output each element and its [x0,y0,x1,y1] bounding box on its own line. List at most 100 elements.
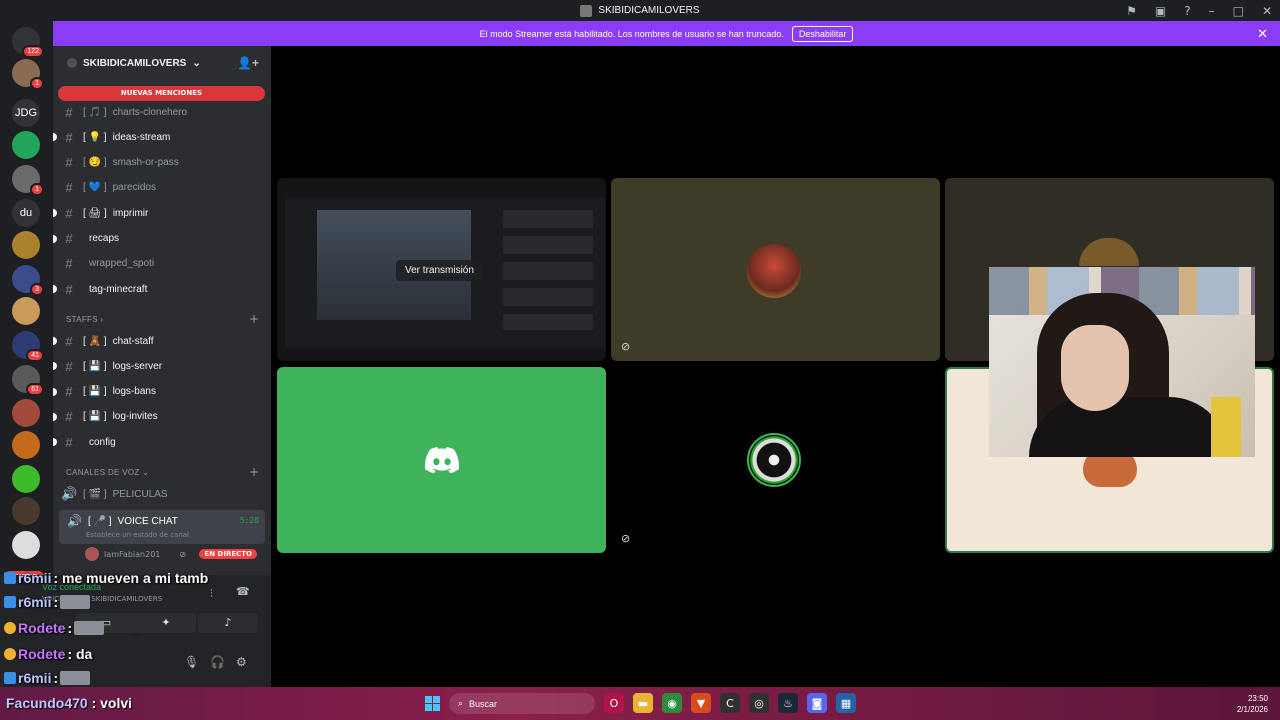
text-channel[interactable]: # [ 🖨 ] imprimir [53,202,261,224]
server-icon-7[interactable]: 3 [12,265,44,296]
taskbar-apps: O ▬ ◉ ▼ C ◎ ♨ ◙ ▦ [604,693,856,713]
watch-stream-button[interactable]: Ver transmisión [396,260,483,281]
active-voice-channel[interactable]: 🔊 [ 🎤 ] VOICE CHAT 5:28 Establece un est… [59,510,265,544]
server-icon-15[interactable] [12,531,40,559]
windows-start-icon[interactable] [425,696,440,711]
disconnect-icon[interactable]: ☎ [236,585,250,598]
channel-status[interactable]: Establece un estado de canal [86,531,189,539]
search-icon: ⌕ [458,698,464,708]
text-channel[interactable]: # recaps [53,228,261,250]
voice-user-name: IamFabian201 [104,549,161,559]
screen-share-tile[interactable]: Ver transmisión [277,178,606,361]
app-c-icon[interactable]: C [720,693,740,713]
microphone-icon[interactable]: 🎙 [184,655,199,669]
server-icon-6[interactable] [12,231,40,259]
channel-name: config [89,436,116,448]
text-channel[interactable]: # [ 💡 ] ideas-stream [53,126,261,148]
server-icon-1[interactable]: 1 [12,59,44,90]
text-channel[interactable]: # [ 🎵 ] charts-clonehero [61,101,261,123]
activities-button[interactable]: ✦ [136,613,196,633]
server-icon-4[interactable]: 1 [12,165,44,196]
signal-icon[interactable]: ⫶ [210,587,213,601]
add-voice-channel-icon[interactable]: + [249,465,259,479]
server-icon-11[interactable] [12,399,40,427]
server-icon-8[interactable] [12,297,40,325]
settings-gear-icon[interactable]: ⚙ [236,655,247,669]
inbox-flag-icon[interactable]: ⚑ [1126,4,1137,18]
clock[interactable]: 23:50 2/1/2026 [1237,693,1268,715]
obs-icon[interactable]: ◎ [749,693,769,713]
text-channel[interactable]: # [ 💙 ] parecidos [61,177,261,199]
chat-message: : volvi [91,695,133,711]
channel-name: PELICULAS [112,488,168,500]
hash-icon: # [65,256,73,272]
server-icon-5[interactable]: du [12,199,40,227]
overlay-chat-line: Rodete: [4,620,105,636]
hash-icon: # [65,434,73,450]
voice-timer: 5:28 [239,516,259,525]
close-banner-icon[interactable]: ✕ [1257,26,1268,42]
mention-badge: 1 [30,183,44,196]
channel-prefix: [ 💾 ] [83,360,107,372]
soundboard-button[interactable]: ♪ [198,613,258,633]
text-channel[interactable]: # wrapped_spoti [61,253,261,275]
headphones-icon[interactable]: 🎧 [210,655,225,669]
text-channel[interactable]: # [ 💾 ] log-invites [53,406,261,428]
taskbar-search[interactable]: ⌕ Buscar [449,693,595,714]
invite-people-icon[interactable]: 👤+ [237,56,259,70]
mention-badge: 122 [22,45,44,58]
opera-icon[interactable]: O [604,693,624,713]
steam-icon[interactable]: ♨ [778,693,798,713]
channel-name: smash-or-pass [112,157,179,169]
channel-prefix: [ 🎵 ] [83,106,107,118]
category-staffs[interactable]: STAFFS › [66,315,103,324]
disable-streamer-button[interactable]: Deshabilitar [791,25,854,42]
server-icon-2[interactable]: JDG [12,99,40,127]
text-channel[interactable]: # config [53,431,261,453]
category-voice[interactable]: CANALES DE VOZ ⌄ [66,468,149,477]
mention-badge: 3 [30,283,44,296]
deafened-icon: ⊘ [621,532,631,545]
brave-icon[interactable]: ▼ [691,693,711,713]
add-channel-icon[interactable]: + [249,312,259,326]
channel-name: charts-clonehero [112,106,188,118]
server-icon-3[interactable] [12,131,40,159]
chrome-icon[interactable]: ◉ [662,693,682,713]
text-channel[interactable]: # [ 💾 ] logs-bans [53,381,261,403]
hash-icon: # [65,104,73,120]
minimize-icon[interactable]: – [1209,4,1215,18]
app-blue-icon[interactable]: ▦ [836,693,856,713]
server-icon-12[interactable] [12,431,40,459]
server-icon-10[interactable]: 61 [12,365,44,396]
server-header[interactable]: SKIBIDICAMILOVERS ⌄ 👤+ [53,46,271,80]
text-channel[interactable]: # [ 💾 ] logs-server [53,355,261,377]
file-explorer-icon[interactable]: ▬ [633,693,653,713]
participant-tile[interactable] [277,367,606,553]
text-channel[interactable]: # tag-minecraft [53,278,261,300]
discord-icon[interactable]: ◙ [807,693,827,713]
hash-icon: # [65,358,73,374]
text-channel[interactable]: # [ 😏 ] smash-or-pass [61,152,261,174]
help-icon[interactable]: ? [1184,4,1190,18]
new-mentions-pill[interactable]: NUEVAS MENCIONES [58,86,265,101]
participant-tile[interactable]: ⊘ [611,367,940,553]
close-window-icon[interactable]: ✕ [1262,4,1272,18]
server-icon-13[interactable] [12,465,40,493]
chat-message: : [53,594,59,610]
server-icon-0[interactable]: 122 [12,27,44,58]
channel-name: recaps [89,233,120,244]
title-bar: SKIBIDICAMILOVERS ⚑ ▣ ? – □ ✕ [0,0,1280,21]
chat-message: : [67,620,73,636]
voice-channel-peliculas[interactable]: 🔊 [ 🎬 ] PELICULAS [61,483,261,505]
server-icon-9[interactable]: 41 [12,331,44,362]
participant-tile[interactable]: ⊘ [611,178,940,361]
text-channel[interactable]: # [ 🧸 ] chat-staff [53,330,261,352]
webcam-overlay [989,267,1255,457]
avatar [1079,238,1139,266]
voice-user-row[interactable]: IamFabian201 ⊘ EN DIRECTO [85,546,265,562]
screen-icon[interactable]: ▣ [1155,4,1166,18]
deafened-icon: ⊘ [179,549,187,559]
server-icon-14[interactable] [12,497,40,525]
maximize-icon[interactable]: □ [1233,4,1244,18]
hash-icon: # [65,281,73,297]
